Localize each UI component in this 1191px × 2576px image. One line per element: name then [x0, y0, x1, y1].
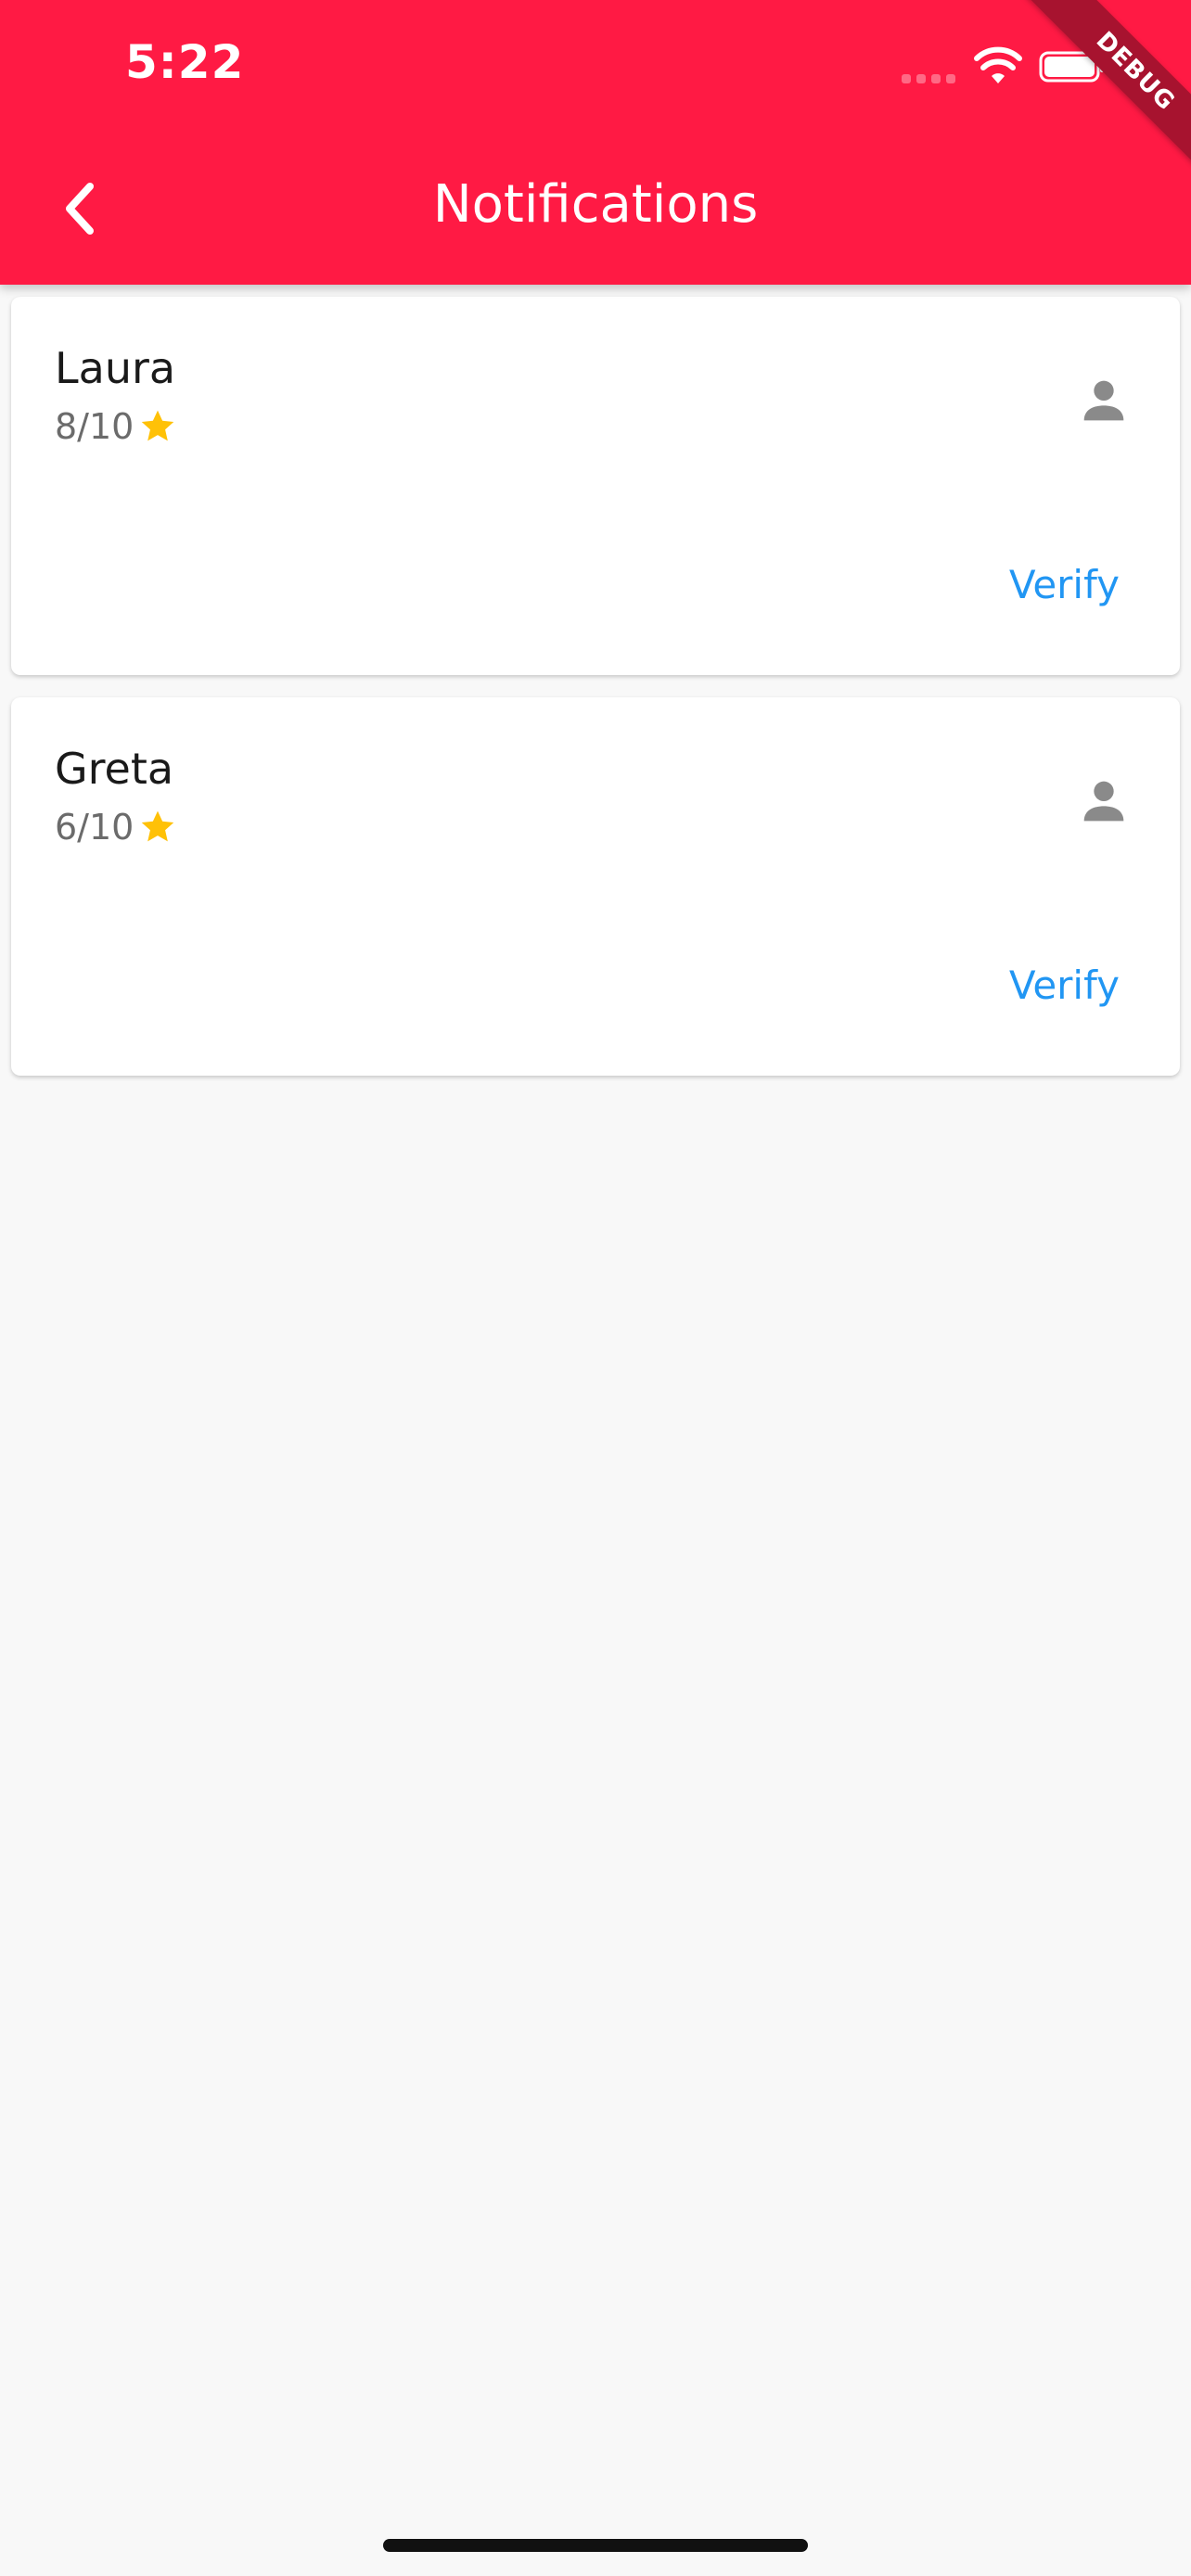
home-indicator — [383, 2539, 808, 2552]
rating: 6/10 — [55, 807, 178, 848]
notification-card: Laura 8/10 Verify — [11, 297, 1180, 675]
rating-value: 6/10 — [55, 807, 134, 848]
page-title: Notifications — [432, 174, 759, 235]
person-icon — [1083, 380, 1124, 421]
star-icon — [142, 810, 174, 842]
rating-value: 8/10 — [55, 406, 134, 447]
status-time: 5:22 — [125, 35, 245, 89]
verify-button[interactable]: Verify — [1009, 957, 1120, 1014]
notification-card: Greta 6/10 Verify — [11, 697, 1180, 1076]
verify-button[interactable]: Verify — [1009, 556, 1120, 613]
user-name: Greta — [55, 744, 174, 794]
notification-list: Laura 8/10 Verify Greta 6/10 Verify — [11, 297, 1180, 1098]
cellular-signal-icon — [902, 74, 957, 83]
rating: 8/10 — [55, 406, 178, 447]
star-icon — [142, 410, 174, 441]
person-icon — [1083, 781, 1124, 822]
wifi-icon — [974, 46, 1022, 83]
app-bar: 5:22 DEBUG Notifications — [0, 0, 1191, 285]
debug-banner: DEBUG — [1014, 0, 1191, 193]
user-name: Laura — [55, 343, 176, 393]
